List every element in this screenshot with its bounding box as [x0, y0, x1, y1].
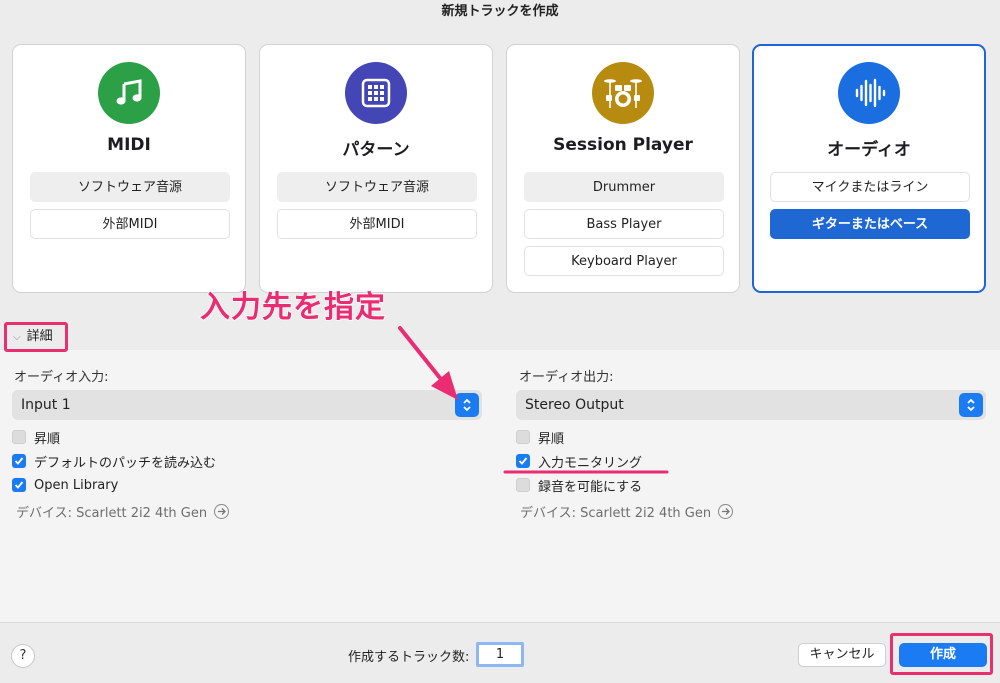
checkbox-label: 昇順 — [34, 431, 61, 447]
up-down-chevron-icon[interactable] — [959, 393, 983, 417]
option-guitar-or-bass[interactable]: ギターまたはベース — [770, 209, 970, 239]
audio-output-select[interactable]: Stereo Output — [516, 390, 986, 420]
track-count-label: 作成するトラック数: — [348, 650, 470, 665]
input-monitoring-checkbox-row[interactable]: 入力モニタリング — [516, 452, 643, 471]
option-external-midi[interactable]: 外部MIDI — [277, 209, 477, 239]
checkbox-label: デフォルトのパッチを読み込む — [34, 455, 217, 471]
audio-output-label: オーディオ出力: — [519, 370, 614, 385]
option-software-instrument[interactable]: ソフトウェア音源 — [30, 172, 230, 202]
arrow-right-circle-icon[interactable] — [214, 504, 230, 519]
details-disclosure-toggle[interactable]: ⌵ 詳細 — [4, 322, 68, 352]
checkbox[interactable] — [12, 454, 26, 468]
checkbox[interactable] — [516, 478, 530, 492]
enable-recording-checkbox-row[interactable]: 録音を可能にする — [516, 476, 643, 495]
track-count-input[interactable]: 1 — [476, 642, 524, 667]
option-keyboard-player[interactable]: Keyboard Player — [524, 246, 724, 276]
card-title: MIDI — [107, 135, 151, 155]
checkbox[interactable] — [516, 454, 530, 468]
window-title: 新規トラックを作成 — [441, 4, 559, 19]
checkbox-label: Open Library — [34, 477, 119, 493]
output-device-info: デバイス: Scarlett 2i2 4th Gen — [520, 502, 734, 521]
output-device-label: デバイス: Scarlett 2i2 4th Gen — [520, 506, 712, 521]
checkbox[interactable] — [12, 430, 26, 444]
input-device-info: デバイス: Scarlett 2i2 4th Gen — [16, 502, 230, 521]
chevron-down-icon: ⌵ — [13, 332, 21, 343]
card-title: Session Player — [553, 135, 693, 155]
waveform-icon — [838, 62, 900, 124]
open-library-checkbox-row[interactable]: Open Library — [12, 476, 118, 494]
option-mic-or-line[interactable]: マイクまたはライン — [770, 172, 970, 202]
input-device-label: デバイス: Scarlett 2i2 4th Gen — [16, 506, 208, 521]
card-title: パターン — [342, 140, 410, 160]
help-button[interactable]: ? — [11, 644, 35, 668]
track-type-card-session-player[interactable]: Session Player Drummer Bass Player Keybo… — [506, 44, 740, 293]
audio-input-label: オーディオ入力: — [14, 370, 109, 385]
option-bass-player[interactable]: Bass Player — [524, 209, 724, 239]
ascending-checkbox-row[interactable]: 昇順 — [12, 428, 61, 447]
arrow-right-circle-icon[interactable] — [718, 504, 734, 519]
checkbox-label: 録音を可能にする — [538, 479, 643, 495]
load-default-patch-checkbox-row[interactable]: デフォルトのパッチを読み込む — [12, 452, 217, 471]
track-type-card-pattern[interactable]: パターン ソフトウェア音源 外部MIDI — [259, 44, 493, 293]
details-label: 詳細 — [26, 329, 53, 344]
option-external-midi[interactable]: 外部MIDI — [30, 209, 230, 239]
cancel-button[interactable]: キャンセル — [798, 643, 886, 667]
audio-output-value: Stereo Output — [525, 397, 624, 413]
create-button[interactable]: 作成 — [899, 643, 987, 667]
music-note-icon — [98, 62, 160, 124]
option-drummer[interactable]: Drummer — [524, 172, 724, 202]
grid-icon — [345, 62, 407, 124]
audio-input-value: Input 1 — [21, 397, 71, 413]
drum-kit-icon — [592, 62, 654, 124]
track-type-card-audio[interactable]: オーディオ マイクまたはライン ギターまたはベース — [752, 44, 986, 293]
checkbox[interactable] — [516, 430, 530, 444]
checkbox[interactable] — [12, 478, 26, 492]
ascending-checkbox-row[interactable]: 昇順 — [516, 428, 565, 447]
checkbox-label: 昇順 — [538, 431, 565, 447]
card-title: オーディオ — [827, 140, 911, 160]
audio-input-select[interactable]: Input 1 — [12, 390, 482, 420]
up-down-chevron-icon[interactable] — [455, 393, 479, 417]
checkbox-label: 入力モニタリング — [538, 455, 643, 471]
track-type-card-midi[interactable]: MIDI ソフトウェア音源 外部MIDI — [12, 44, 246, 293]
option-software-instrument[interactable]: ソフトウェア音源 — [277, 172, 477, 202]
annotation-callout-text: 入力先を指定 — [199, 289, 386, 326]
